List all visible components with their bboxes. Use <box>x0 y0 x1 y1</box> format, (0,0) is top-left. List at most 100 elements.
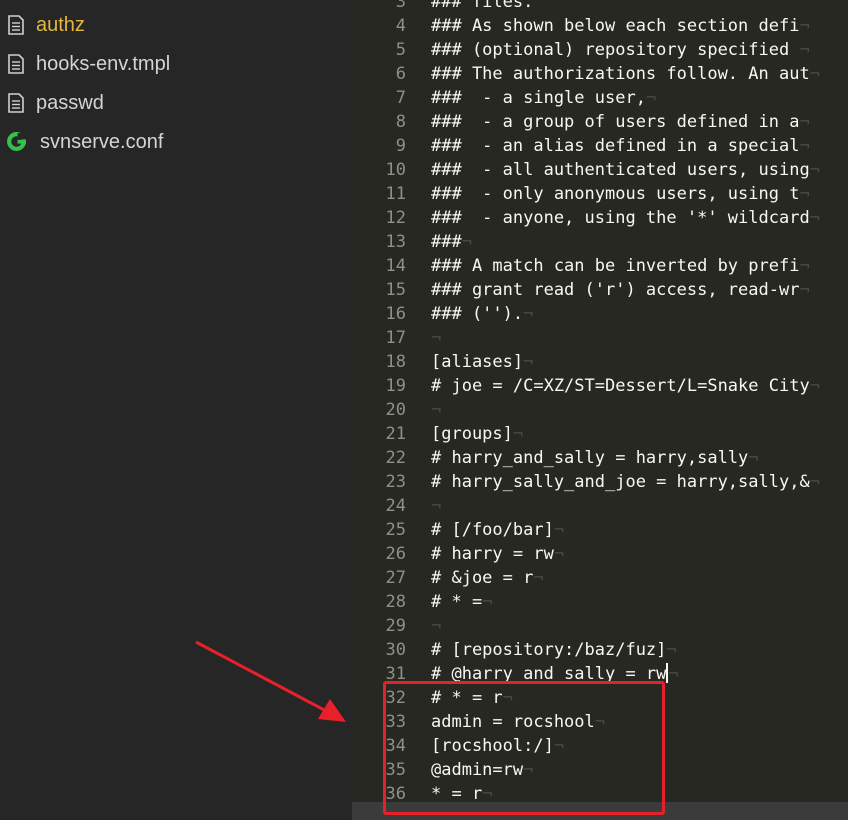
code-line: 18 [aliases]¬ <box>352 350 848 374</box>
line-number: 29 <box>385 616 406 636</box>
line-number: 10 <box>385 160 406 180</box>
code-text: ### files. <box>431 0 533 14</box>
code-text: # [/foo/bar]¬ <box>431 518 564 542</box>
line-end-marker: ¬ <box>809 64 820 84</box>
line-number: 23 <box>385 472 406 492</box>
line-end-marker: ¬ <box>809 472 820 492</box>
code-text: ### - a single user,¬ <box>431 86 656 110</box>
line-end-marker: ¬ <box>523 352 534 372</box>
line-number: 22 <box>385 448 406 468</box>
document-icon <box>8 15 24 35</box>
code-text: # harry = rw¬ <box>431 542 564 566</box>
code-text: # harry_sally_and_joe = harry,sally,&¬ <box>431 470 820 494</box>
file-name: authz <box>36 14 85 36</box>
line-number: 20 <box>385 400 406 420</box>
line-number: 12 <box>385 208 406 228</box>
line-end-marker: ¬ <box>799 16 810 36</box>
document-icon <box>8 93 24 113</box>
code-content: ### - anyone, using the '*' wildcard <box>431 208 810 228</box>
code-content: # joe = /C=XZ/ST=Dessert/L=Snake City <box>431 376 810 396</box>
code-line: 28 # * =¬ <box>352 590 848 614</box>
code-content: ### - all authenticated users, using <box>431 160 810 180</box>
code-line: 21 [groups]¬ <box>352 422 848 446</box>
file-sidebar: authz hooks-env.tmpl passwd svnserve.con… <box>0 0 352 820</box>
code-text: ###¬ <box>431 230 472 254</box>
line-number: 17 <box>385 328 406 348</box>
file-name: svnserve.conf <box>40 131 164 153</box>
code-text: ### A match can be inverted by prefi¬ <box>431 254 810 278</box>
code-content: # &joe = r <box>431 568 534 588</box>
line-end-marker: ¬ <box>431 616 442 636</box>
line-end-marker: ¬ <box>461 232 472 252</box>
line-end-marker: ¬ <box>431 496 442 516</box>
line-number: 19 <box>385 376 406 396</box>
code-content: # [repository:/baz/fuz] <box>431 640 667 660</box>
line-end-marker: ¬ <box>645 88 657 108</box>
code-content: # harry_and_sally = harry,sally <box>431 448 749 468</box>
line-number: 11 <box>385 184 406 204</box>
code-content: # * = <box>431 592 483 612</box>
line-number: 9 <box>395 136 406 156</box>
file-item-svnserve-conf[interactable]: svnserve.conf <box>0 123 352 162</box>
line-number: 14 <box>385 256 406 276</box>
code-content: ### - an alias defined in a special <box>431 136 800 156</box>
code-content: ### As shown below each section defi <box>431 16 800 36</box>
line-end-marker: ¬ <box>553 520 565 540</box>
code-line: 25 # [/foo/bar]¬ <box>352 518 848 542</box>
code-content: [groups] <box>431 424 513 444</box>
line-end-marker: ¬ <box>431 400 442 420</box>
code-content: ### (''). <box>431 304 524 324</box>
code-line: 6 ### The authorizations follow. An aut¬ <box>352 62 848 86</box>
code-line: 5 ### (optional) repository specified ¬ <box>352 38 848 62</box>
code-content: ### - a group of users defined in a <box>431 112 800 132</box>
line-end-marker: ¬ <box>799 184 810 204</box>
file-item-hooks-env[interactable]: hooks-env.tmpl <box>0 45 352 84</box>
code-text: ### - a group of users defined in a¬ <box>431 110 810 134</box>
line-number: 18 <box>385 352 406 372</box>
code-line: 10 ### - all authenticated users, using¬ <box>352 158 848 182</box>
code-line: 24 ¬ <box>352 494 848 518</box>
code-line: 8 ### - a group of users defined in a¬ <box>352 110 848 134</box>
line-number: 15 <box>385 280 406 300</box>
line-end-marker: ¬ <box>482 592 493 612</box>
code-line: 20 ¬ <box>352 398 848 422</box>
code-text: ### The authorizations follow. An aut¬ <box>431 62 820 86</box>
line-end-marker: ¬ <box>799 256 810 276</box>
code-line: 13 ###¬ <box>352 230 848 254</box>
line-number: 24 <box>385 496 406 516</box>
line-end-marker: ¬ <box>431 328 442 348</box>
code-content: # harry = rw <box>431 544 554 564</box>
line-end-marker: ¬ <box>748 448 759 468</box>
code-text: ¬ <box>431 398 441 422</box>
code-text: [aliases]¬ <box>431 350 533 374</box>
code-text: ¬ <box>431 326 441 350</box>
code-line: 22 # harry_and_sally = harry,sally¬ <box>352 446 848 470</box>
code-text: ### - anyone, using the '*' wildcard¬ <box>431 206 820 230</box>
code-line: 11 ### - only anonymous users, using t¬ <box>352 182 848 206</box>
line-end-marker: ¬ <box>809 208 820 228</box>
line-number: 21 <box>385 424 406 444</box>
line-number: 25 <box>385 520 406 540</box>
code-text: ### As shown below each section defi¬ <box>431 14 810 38</box>
code-content: ### grant read ('r') access, read-wr <box>431 280 800 300</box>
code-line: 17 ¬ <box>352 326 848 350</box>
code-text: ### - an alias defined in a special¬ <box>431 134 810 158</box>
line-end-marker: ¬ <box>799 112 810 132</box>
line-end-marker: ¬ <box>799 136 810 156</box>
code-line: 12 ### - anyone, using the '*' wildcard¬ <box>352 206 848 230</box>
code-line: 3 ### files. <box>352 0 848 14</box>
line-number: 28 <box>385 592 406 612</box>
code-content: ### - only anonymous users, using t <box>431 184 800 204</box>
code-line: 15 ### grant read ('r') access, read-wr¬ <box>352 278 848 302</box>
code-text: # [repository:/baz/fuz]¬ <box>431 638 677 662</box>
file-item-authz[interactable]: authz <box>0 6 352 45</box>
file-item-passwd[interactable]: passwd <box>0 84 352 123</box>
code-line: 23 # harry_sally_and_joe = harry,sally,&¬ <box>352 470 848 494</box>
code-line: 16 ### ('').¬ <box>352 302 848 326</box>
line-number: 7 <box>395 88 406 108</box>
code-content: ### <box>431 232 462 252</box>
code-content: ### - a single user, <box>431 88 646 108</box>
code-text: ### (optional) repository specified ¬ <box>431 38 810 62</box>
code-text: # joe = /C=XZ/ST=Dessert/L=Snake City¬ <box>431 374 820 398</box>
document-icon <box>8 54 24 74</box>
